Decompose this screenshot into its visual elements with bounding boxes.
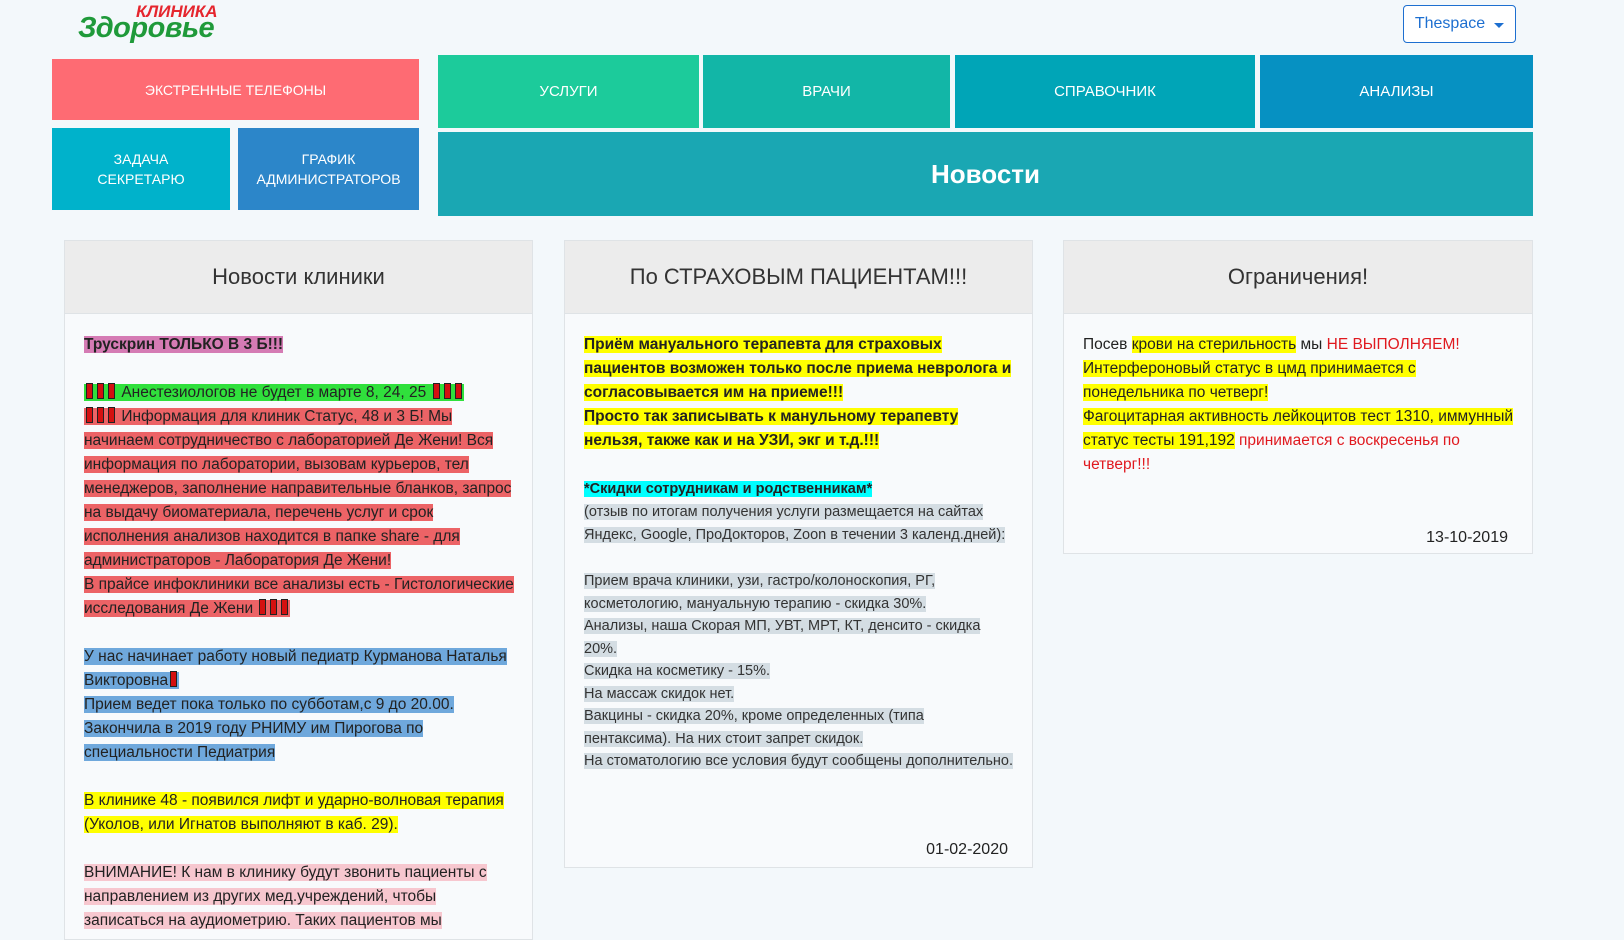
pediatrician-notice: У нас начинает работу новый педиатр Курм… — [84, 648, 507, 689]
user-menu-label: Thespace — [1414, 15, 1486, 32]
restrictions-panel-title: Ограничения! — [1064, 241, 1532, 314]
alert-icon — [97, 383, 104, 399]
alert-icon — [454, 383, 462, 399]
restriction-text: Посев — [1083, 336, 1132, 353]
emergency-phones-tile[interactable]: ЭКСТРЕННЫЕ ТЕЛЕФОНЫ — [52, 59, 419, 120]
restriction-warning: НЕ ВЫПОЛНЯЕМ! — [1326, 336, 1460, 353]
services-tile[interactable]: УСЛУГИ — [438, 55, 699, 128]
alert-icon — [108, 407, 115, 423]
alert-icon — [170, 671, 178, 687]
insurance-panel-title: По СТРАХОВЫМ ПАЦИЕНТАМ!!! — [565, 241, 1032, 314]
insurance-panel-body: Приём мануального терапевта для страховы… — [584, 333, 1014, 773]
alert-icon — [432, 383, 440, 399]
pediatrician-schedule: Прием ведет пока только по субботам,с 9 … — [84, 696, 454, 761]
interferon-notice: Интерфероновый статус в цмд принимается … — [1083, 360, 1416, 401]
alert-icon — [86, 383, 93, 399]
discount-title: *Скидки сотрудникам и родственникам* — [584, 481, 873, 497]
discount-item: Прием врача клиники, узи, гастро/колонос… — [584, 573, 936, 612]
review-notice: (отзыв по итогам получения услуги размещ… — [584, 504, 1006, 543]
reference-tile[interactable]: СПРАВОЧНИК — [955, 55, 1255, 128]
clinic-logo[interactable]: КЛИНИКА Здоровье — [78, 2, 228, 48]
clinic-news-title: Новости клиники — [65, 241, 532, 314]
attention-notice: ВНИМАНИЕ! К нам в клинику будут звонить … — [84, 864, 487, 929]
restriction-text: мы — [1296, 336, 1327, 353]
news-tile[interactable]: Новости — [438, 132, 1533, 216]
insurance-panel-date: 01-02-2020 — [926, 841, 1008, 858]
secretary-task-tile[interactable]: ЗАДАЧА СЕКРЕТАРЮ — [52, 128, 230, 210]
discount-item: Вакцины - скидка 20%, кроме определенных… — [584, 708, 924, 747]
admin-schedule-tile[interactable]: ГРАФИК АДМИНИСТРАТОРОВ — [238, 128, 419, 210]
secretary-task-label: ЗАДАЧА СЕКРЕТАРЮ — [97, 151, 185, 187]
user-menu-dropdown[interactable]: Thespace — [1403, 5, 1516, 43]
discount-item: На стоматологию все условия будут сообще… — [584, 753, 1014, 769]
analyses-tile[interactable]: АНАЛИЗЫ — [1260, 55, 1533, 128]
logo-main-text: Здоровье — [78, 12, 215, 44]
lift-notice: В клинике 48 - появился лифт и ударно-во… — [84, 792, 504, 833]
alert-icon — [443, 383, 451, 399]
anesthesiologist-notice: Анестезиологов не будет в марте 8, 24, 2… — [121, 384, 427, 401]
alert-icon — [259, 599, 267, 615]
clinic-news-body: Трускрин ТОЛЬКО В 3 Б!!! Анестезиологов … — [84, 333, 514, 933]
alert-icon — [281, 599, 289, 615]
manual-therapist-notice: Приём мануального терапевта для страховы… — [584, 336, 1012, 401]
restrictions-panel-date: 13-10-2019 — [1426, 529, 1508, 546]
truscreen-heading: Трускрин ТОЛЬКО В 3 Б!!! — [84, 336, 284, 353]
admin-schedule-label: ГРАФИК АДМИНИСТРАТОРОВ — [256, 151, 401, 187]
restriction-highlight: крови на стерильность — [1131, 336, 1297, 353]
lab-info-text: Информация для клиник Статус, 48 и 3 Б! … — [84, 408, 512, 569]
restrictions-panel: Ограничения! Посев крови на стерильность… — [1063, 240, 1533, 554]
discount-item: Скидка на косметику - 15%. — [584, 663, 771, 679]
alert-icon — [270, 599, 278, 615]
alert-icon — [108, 383, 115, 399]
price-info-text: В прайсе инфоклиники все анализы есть - … — [84, 576, 514, 617]
restrictions-panel-body: Посев крови на стерильность мы НЕ ВЫПОЛН… — [1083, 333, 1514, 477]
manual-therapist-restriction: Просто так записывать к манульному терап… — [584, 408, 959, 449]
chevron-down-icon — [1494, 22, 1505, 28]
insurance-patients-panel: По СТРАХОВЫМ ПАЦИЕНТАМ!!! Приём мануальн… — [564, 240, 1033, 868]
discount-item: На массаж скидок нет. — [584, 685, 735, 702]
clinic-news-panel: Новости клиники Трускрин ТОЛЬКО В 3 Б!!!… — [64, 240, 533, 940]
discount-item: Анализы, наша Скорая МП, УВТ, МРТ, КТ, д… — [584, 618, 981, 657]
doctors-tile[interactable]: ВРАЧИ — [703, 55, 950, 128]
alert-icon — [97, 407, 104, 423]
alert-icon — [86, 407, 93, 423]
